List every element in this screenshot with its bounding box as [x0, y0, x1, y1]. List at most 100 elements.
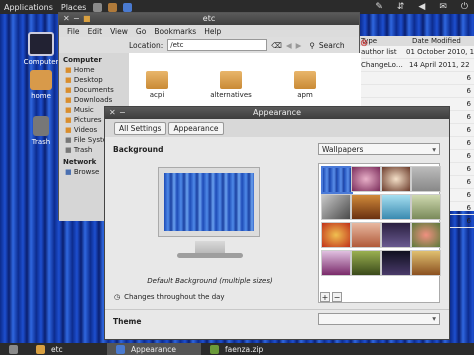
wallpaper-thumb-selected[interactable] [321, 166, 353, 194]
window-titlebar[interactable]: ✕ − ■ etc [59, 13, 359, 25]
menubar: File Edit View Go Bookmarks Help [59, 25, 359, 37]
location-input[interactable]: /etc [167, 39, 268, 51]
clear-icon[interactable]: ⌫ [271, 41, 282, 50]
desktop-icon-trash[interactable]: Trash [20, 116, 62, 146]
sidebar-item-desktop[interactable]: ■ Desktop [59, 75, 129, 85]
menu-go[interactable]: Go [136, 27, 146, 36]
folder-icon: ■ [83, 14, 91, 23]
close-icon[interactable]: ✕ [109, 107, 116, 119]
search-icon[interactable]: ⚲ [309, 41, 315, 50]
table-row[interactable]: 6 [358, 85, 474, 98]
wallpaper-thumb[interactable] [351, 250, 381, 276]
all-settings-button[interactable]: All Settings [114, 121, 167, 135]
taskbar-item-faenza[interactable]: faenza.zip [201, 343, 269, 355]
mail-icon[interactable]: ✉ [435, 2, 451, 12]
taskbar: etc Appearance faenza.zip [0, 343, 474, 355]
remove-wallpaper-button[interactable]: − [332, 292, 342, 302]
show-desktop-button[interactable] [0, 343, 27, 355]
wallpaper-thumb[interactable] [321, 222, 351, 248]
desktop-icon [9, 344, 18, 354]
minimize-icon[interactable]: − [119, 107, 126, 119]
sidebar-item-documents[interactable]: ■ Documents [59, 85, 129, 95]
wallpaper-thumb[interactable] [321, 250, 351, 276]
date-cell: 6 [466, 126, 471, 134]
forward-icon[interactable]: ▶ [296, 41, 302, 50]
folder-icon [220, 71, 242, 89]
window-titlebar[interactable]: ✕ − Appearance [105, 107, 449, 119]
folder-item[interactable]: acpi [135, 71, 179, 99]
folder-item[interactable]: alternatives [209, 71, 253, 99]
pencil-icon[interactable]: ✎ [371, 2, 387, 12]
folder-item[interactable]: apm [283, 71, 327, 99]
folder-icon: ■ [65, 66, 72, 74]
close-icon[interactable]: ✕ [63, 13, 70, 25]
taskbar-item-etc[interactable]: etc [27, 343, 107, 355]
drive-icon: ■ [65, 136, 72, 144]
wallpaper-thumb[interactable] [411, 194, 441, 220]
applications-menu[interactable]: Applications [0, 3, 57, 12]
menu-edit[interactable]: Edit [88, 27, 103, 36]
desktop-icon-computer[interactable]: Computer [20, 32, 62, 66]
appearance-dialog: ✕ − Appearance All Settings Appearance B… [104, 106, 450, 340]
launcher-icon[interactable] [123, 2, 133, 12]
network-icon[interactable]: ⇵ [393, 2, 409, 12]
date-cell: 6 [466, 191, 471, 199]
taskbar-item-appearance[interactable]: Appearance [107, 343, 201, 355]
sidebar-item-downloads[interactable]: ■ Downloads [59, 95, 129, 105]
chevron-down-icon: ▾ [432, 145, 436, 154]
window-title: Appearance [252, 108, 302, 117]
menu-view[interactable]: View [110, 27, 128, 36]
table-row[interactable]: 6 [358, 72, 474, 85]
table-row[interactable]: author list 01 October 2010, 15 [358, 46, 474, 59]
table-row[interactable]: ChangeLo… 14 April 2011, 22 [358, 59, 474, 72]
folder-icon [36, 344, 45, 354]
wallpaper-thumb[interactable] [381, 194, 411, 220]
desktop-icon-home[interactable]: home [20, 70, 62, 100]
wallpaper-thumb[interactable] [411, 250, 441, 276]
desktop-icon-label: home [31, 92, 51, 100]
wallpaper-thumb[interactable] [351, 166, 381, 192]
wallpaper-thumb[interactable] [381, 166, 411, 192]
launcher-icon[interactable] [108, 2, 118, 12]
add-wallpaper-button[interactable]: + [320, 292, 330, 302]
minimize-icon[interactable]: − [73, 13, 80, 25]
folder-icon: ■ [65, 76, 72, 84]
menu-bookmarks[interactable]: Bookmarks [154, 27, 196, 36]
wallpaper-thumb[interactable] [411, 166, 441, 192]
date-cell: 6 [466, 178, 471, 186]
wallpaper-thumb[interactable] [381, 222, 411, 248]
power-icon[interactable]: ⏻ [457, 2, 472, 12]
wallpaper-select[interactable]: Wallpapers ▾ [318, 143, 440, 155]
list-header: Type Date Modified [358, 36, 474, 46]
column-date[interactable]: Date Modified [409, 36, 461, 46]
places-menu[interactable]: Places [57, 3, 90, 12]
monitor-base [177, 253, 243, 258]
date-cell: 6 [466, 204, 471, 212]
window-title: etc [202, 14, 216, 23]
wallpaper-thumb[interactable] [321, 194, 351, 220]
search-button[interactable]: Search [319, 41, 345, 50]
tab-appearance[interactable]: Appearance [168, 121, 224, 135]
sidebar-item-home[interactable]: ■ Home [59, 65, 129, 75]
stop-icon[interactable]: ⊗ [360, 38, 374, 50]
wallpaper-thumb[interactable] [351, 194, 381, 220]
launcher-icon[interactable] [93, 2, 103, 12]
monitor-stand [195, 241, 225, 253]
date-cell: 6 [466, 113, 471, 121]
background-heading: Background [113, 145, 164, 154]
wallpaper-thumb[interactable] [411, 222, 441, 248]
location-label: Location: [129, 40, 164, 50]
date-cell: 6 [466, 152, 471, 160]
volume-icon[interactable]: ◀ [414, 2, 429, 12]
menu-file[interactable]: File [67, 27, 80, 36]
settings-tabs: All Settings Appearance [105, 119, 449, 137]
theme-select[interactable]: ▾ [318, 313, 440, 325]
wallpaper-thumb[interactable] [351, 222, 381, 248]
wallpaper-thumb[interactable] [381, 250, 411, 276]
back-icon[interactable]: ◀ [286, 41, 292, 50]
folder-icon: ■ [65, 126, 72, 134]
trash-icon: ■ [65, 146, 72, 154]
background-preview [159, 168, 259, 236]
computer-icon [28, 32, 54, 56]
menu-help[interactable]: Help [204, 27, 221, 36]
